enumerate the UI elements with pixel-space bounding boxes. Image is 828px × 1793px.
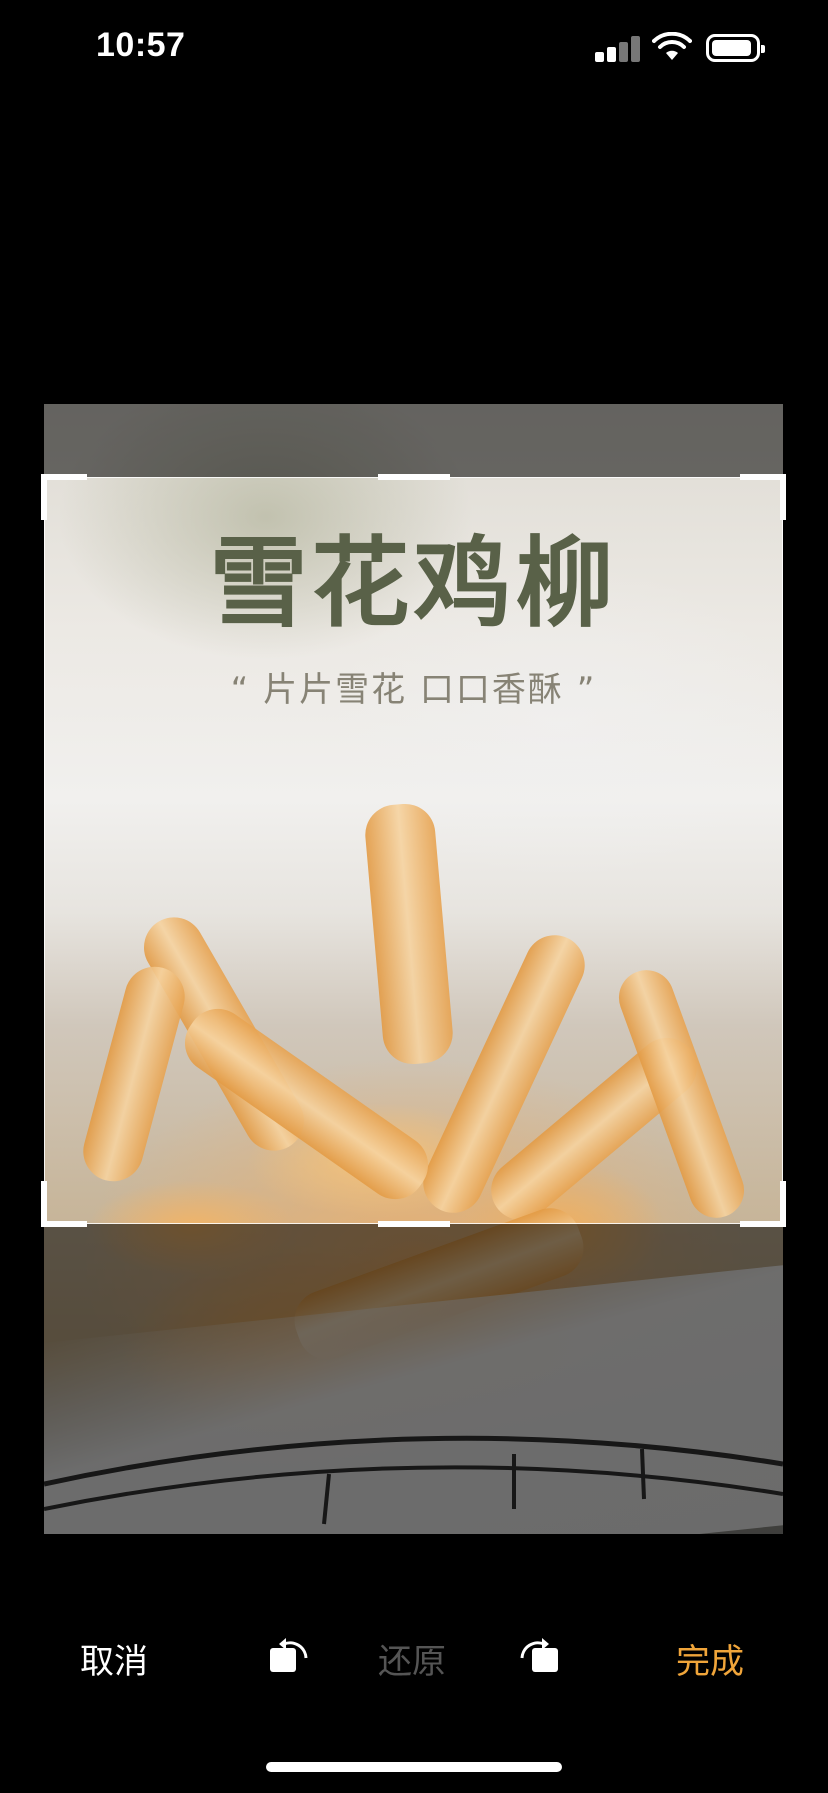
rotate-right-icon[interactable] (514, 1628, 562, 1676)
crop-handle-top[interactable] (378, 474, 450, 480)
done-button[interactable]: 完成 (676, 1634, 744, 1683)
signal-icon (595, 36, 641, 62)
crop-handle-top-left[interactable] (41, 474, 87, 520)
crop-frame[interactable] (41, 474, 786, 1227)
home-indicator[interactable] (266, 1762, 562, 1772)
status-bar: 10:57 (0, 0, 828, 100)
crop-mask-top (44, 404, 783, 477)
crop-handle-bottom[interactable] (378, 1221, 450, 1227)
wifi-icon (652, 32, 692, 60)
rotate-left-icon[interactable] (266, 1628, 314, 1676)
crop-handle-top-right[interactable] (740, 474, 786, 520)
crop-mask-bottom (44, 1224, 783, 1534)
cancel-button[interactable]: 取消 (80, 1634, 148, 1683)
status-time: 10:57 (96, 26, 186, 64)
battery-icon (706, 34, 765, 62)
reset-button[interactable]: 还原 (378, 1634, 446, 1683)
crop-handle-bottom-left[interactable] (41, 1181, 87, 1227)
crop-handle-bottom-right[interactable] (740, 1181, 786, 1227)
edit-toolbar: 取消 还原 完成 (0, 1620, 828, 1700)
